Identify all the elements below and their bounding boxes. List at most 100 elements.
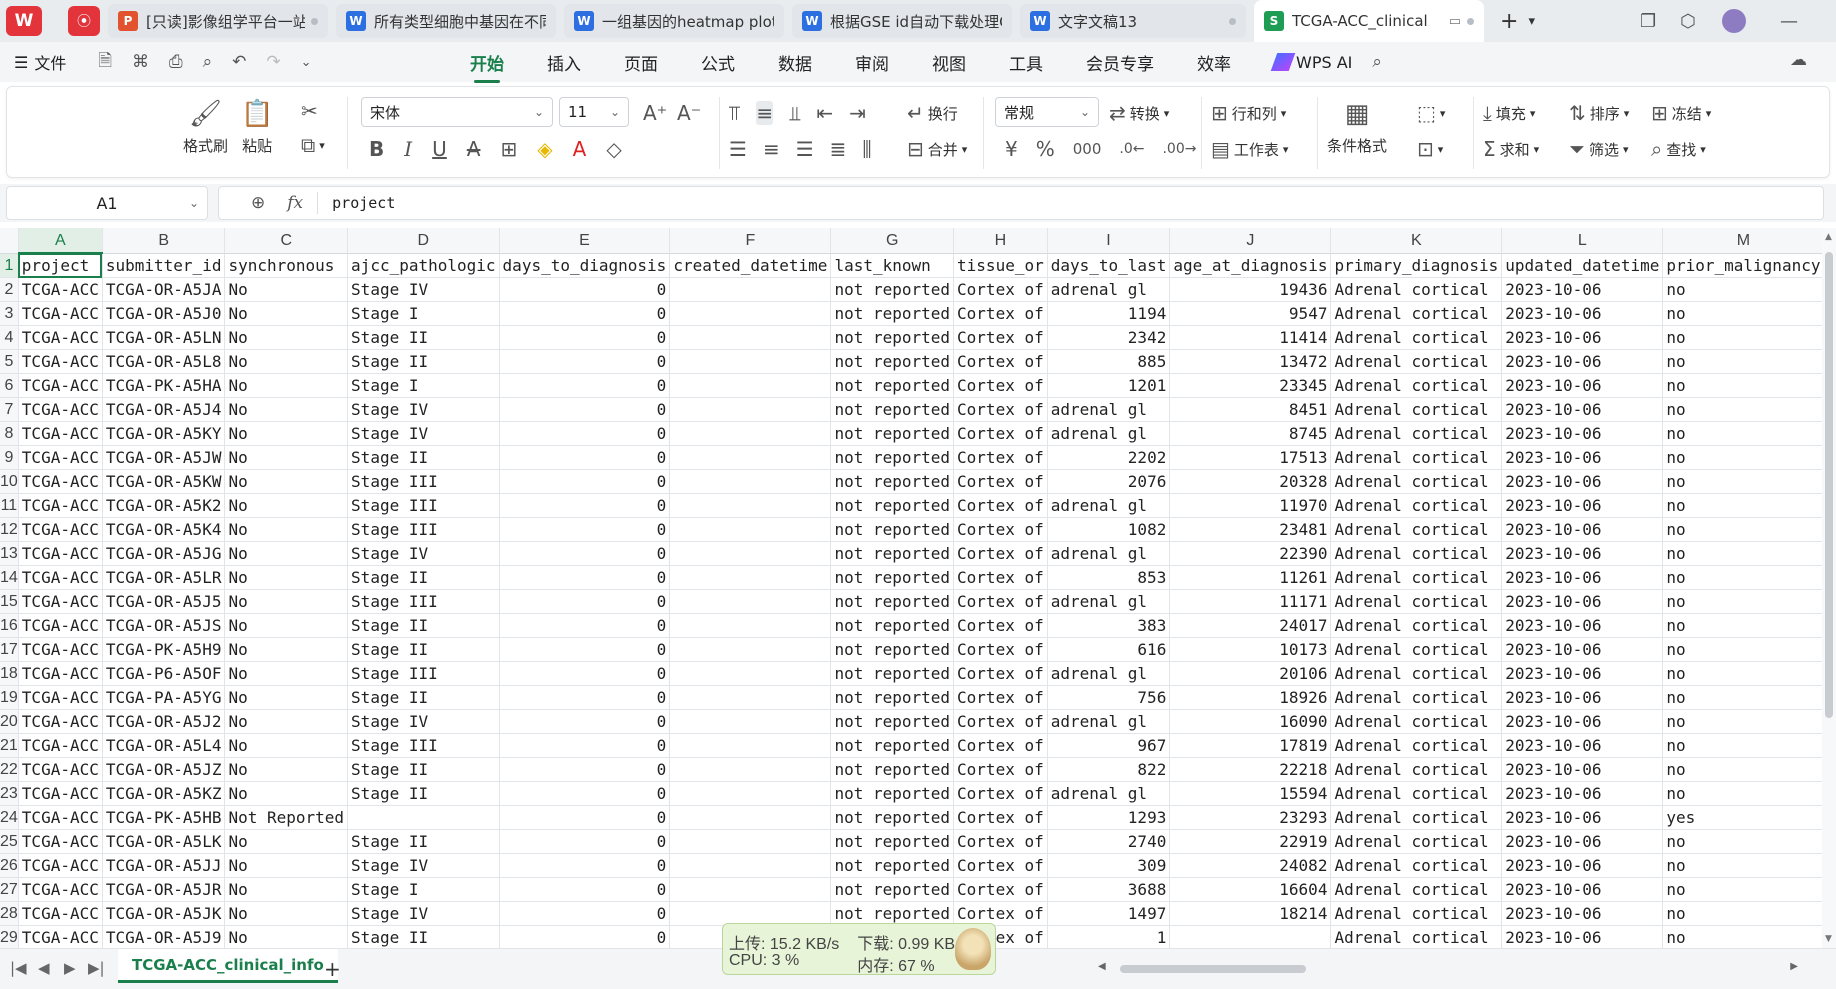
scroll-right-icon[interactable]: ▶ [1790, 961, 1798, 972]
undo-icon[interactable]: ↶ [232, 52, 246, 72]
cell[interactable]: TCGA-ACC [18, 925, 103, 948]
cell[interactable]: Adrenal cortical [1330, 301, 1503, 326]
cell[interactable]: No [224, 589, 349, 614]
cell[interactable]: Adrenal cortical [1330, 925, 1503, 948]
cell[interactable]: TCGA-ACC [18, 565, 103, 590]
increase-font-button[interactable]: A⁺ [643, 101, 667, 125]
cell[interactable]: 0 [499, 733, 671, 758]
cell[interactable]: not reported [830, 661, 955, 686]
cell[interactable]: No [224, 541, 349, 566]
cell[interactable]: 15594 [1169, 781, 1332, 806]
cell[interactable]: 1293 [1047, 805, 1171, 830]
print-preview-icon[interactable]: ⌕ [203, 52, 213, 72]
cell[interactable]: Stage II [347, 685, 500, 710]
cell[interactable]: 2023-10-06 [1501, 469, 1664, 494]
cell[interactable]: 822 [1047, 757, 1171, 782]
cell[interactable]: Cortex of [953, 613, 1048, 638]
pdf-app-icon[interactable]: ⦿ [68, 6, 100, 36]
cell[interactable]: no [1662, 469, 1822, 494]
filter-button[interactable]: ⏷ 筛选 ▾ [1569, 137, 1629, 161]
row-header[interactable]: 22 [0, 757, 19, 782]
thousands-icon[interactable]: 000 [1073, 140, 1102, 158]
cell[interactable]: Stage III [347, 517, 500, 542]
row-header[interactable]: 8 [0, 421, 19, 446]
cell[interactable]: 2023-10-06 [1501, 925, 1664, 948]
cell[interactable]: 2023-10-06 [1501, 637, 1664, 662]
number-format-select[interactable]: 常规 ⌄ [995, 97, 1099, 127]
cell[interactable]: 0 [499, 349, 671, 374]
wrap-text-button[interactable]: ↵ 换行 [907, 101, 958, 125]
cell[interactable]: 1497 [1047, 901, 1171, 926]
spreadsheet-grid[interactable]: ABCDEFGHIJKLMNOPQRST 1projectsubmitter_i… [0, 228, 1822, 948]
cell[interactable]: No [224, 469, 349, 494]
cell[interactable]: Stage I [347, 877, 500, 902]
cell[interactable]: TCGA-OR-A5JK [102, 901, 226, 926]
outdent-icon[interactable]: ⇤ [816, 101, 833, 125]
cell[interactable]: TCGA-OR-A5JZ [102, 757, 226, 782]
cell[interactable]: not reported [830, 781, 955, 806]
cell[interactable]: 2023-10-06 [1501, 277, 1664, 302]
cell[interactable]: 22390 [1169, 541, 1332, 566]
cell[interactable]: 22919 [1169, 829, 1332, 854]
cell[interactable]: Stage II [347, 757, 500, 782]
cell[interactable]: no [1662, 637, 1822, 662]
prev-sheet-icon[interactable]: ◀ [38, 959, 50, 977]
row-header[interactable]: 24 [0, 805, 19, 830]
distribute-icon[interactable]: ⫼ [862, 137, 871, 161]
cell[interactable]: 11414 [1169, 325, 1332, 350]
cell[interactable]: not reported [830, 877, 955, 902]
conditional-format-button[interactable]: ▦ 条件格式 [1327, 99, 1387, 156]
cell[interactable]: prior_malignancy [1662, 253, 1822, 278]
cell[interactable]: Adrenal cortical [1330, 589, 1503, 614]
cell[interactable]: Adrenal cortical [1330, 421, 1503, 446]
cell[interactable]: Adrenal cortical [1330, 829, 1503, 854]
cell[interactable]: 2023-10-06 [1501, 565, 1664, 590]
cell[interactable]: 2023-10-06 [1501, 493, 1664, 518]
cell[interactable]: 2342 [1047, 325, 1171, 350]
cell[interactable]: TCGA-PK-A5H9 [102, 637, 226, 662]
strikethrough-icon[interactable]: A [467, 137, 481, 161]
cell[interactable]: no [1662, 325, 1822, 350]
row-header[interactable]: 25 [0, 829, 19, 854]
cell-border-button[interactable]: ⊡ ▾ [1417, 137, 1443, 161]
cell[interactable] [669, 781, 832, 806]
cell[interactable]: no [1662, 373, 1822, 398]
border-icon[interactable]: ⊞ [500, 137, 517, 161]
cell[interactable]: no [1662, 685, 1822, 710]
align-middle-icon[interactable]: ≡ [756, 101, 774, 125]
scroll-left-icon[interactable]: ◀ [1098, 961, 1106, 972]
cell[interactable]: no [1662, 853, 1822, 878]
network-monitor-widget[interactable]: 上传: 15.2 KB/s 下载: 0.99 KB/s CPU: 3 % 内存:… [722, 923, 996, 975]
align-left-icon[interactable]: ☰ [729, 137, 747, 161]
cell[interactable]: not reported [830, 541, 955, 566]
cell[interactable]: TCGA-ACC [18, 661, 103, 686]
cell[interactable]: adrenal gl [1047, 493, 1171, 518]
cell[interactable]: no [1662, 709, 1822, 734]
cell[interactable]: TCGA-OR-A5JG [102, 541, 226, 566]
cell[interactable]: not reported [830, 637, 955, 662]
cell[interactable] [669, 829, 832, 854]
decrease-font-button[interactable]: A⁻ [677, 101, 701, 125]
cell[interactable]: TCGA-OR-A5JS [102, 613, 226, 638]
column-header[interactable]: K [1330, 228, 1503, 254]
cell[interactable]: days_to_last [1047, 253, 1171, 278]
cell[interactable]: 2023-10-06 [1501, 445, 1664, 470]
cell[interactable]: adrenal gl [1047, 397, 1171, 422]
cell[interactable]: Cortex of [953, 517, 1048, 542]
cell[interactable]: not reported [830, 517, 955, 542]
column-header[interactable]: J [1169, 228, 1332, 254]
cell[interactable]: Stage IV [347, 421, 500, 446]
tab-doc-3[interactable]: W 一组基因的heatmap plot [564, 4, 784, 38]
row-header[interactable]: 3 [0, 301, 19, 326]
cell[interactable] [669, 445, 832, 470]
cell[interactable]: Stage II [347, 925, 500, 948]
cell[interactable]: TCGA-ACC [18, 493, 103, 518]
cell[interactable]: Stage IV [347, 541, 500, 566]
find-button[interactable]: ⌕ 查找 ▾ [1651, 137, 1706, 161]
cell[interactable]: TCGA-ACC [18, 781, 103, 806]
row-header[interactable]: 19 [0, 685, 19, 710]
row-header[interactable]: 9 [0, 445, 19, 470]
cell[interactable]: Cortex of [953, 397, 1048, 422]
cell[interactable]: Adrenal cortical [1330, 397, 1503, 422]
cell[interactable]: Stage IV [347, 397, 500, 422]
